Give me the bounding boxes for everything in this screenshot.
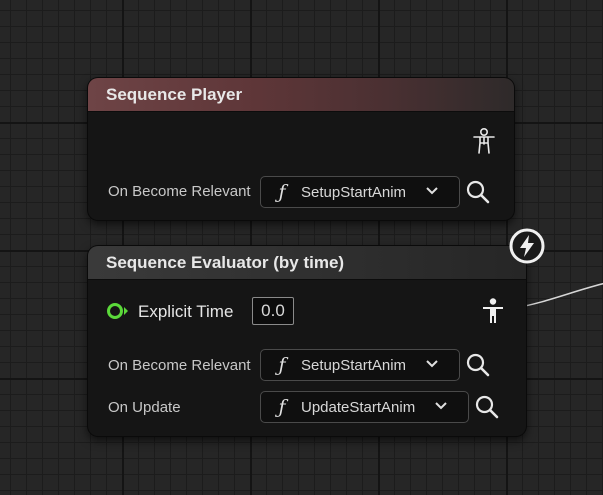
setup-start-anim-dropdown[interactable]: ƒ SetupStartAnim [260, 176, 460, 208]
pose-icon[interactable] [472, 128, 496, 154]
setup-start-anim-dropdown[interactable]: ƒ SetupStartAnim [260, 349, 460, 381]
sequence-evaluator-node[interactable]: Sequence Evaluator (by time) Explicit Ti… [88, 246, 526, 436]
function-icon: ƒ [278, 181, 286, 203]
lightning-icon [509, 228, 545, 264]
chevron-down-icon [426, 187, 438, 195]
float-pin-icon[interactable] [107, 302, 129, 320]
search-icon[interactable] [465, 352, 491, 378]
sequence-player-node[interactable]: Sequence Player On Become Relevant ƒ Set… [88, 78, 514, 220]
function-icon: ƒ [278, 354, 286, 376]
explicit-time-input[interactable]: 0.0 [252, 297, 294, 325]
function-name: UpdateStartAnim [301, 398, 416, 416]
pose-icon[interactable] [481, 298, 505, 324]
search-icon[interactable] [474, 394, 500, 420]
sequence-player-title: Sequence Player [88, 78, 514, 112]
chevron-down-icon [426, 360, 438, 368]
function-icon: ƒ [278, 396, 286, 418]
function-name: SetupStartAnim [301, 183, 407, 201]
sequence-evaluator-title: Sequence Evaluator (by time) [88, 246, 526, 280]
explicit-time-label: Explicit Time [138, 302, 234, 321]
update-start-anim-dropdown[interactable]: ƒ UpdateStartAnim [260, 391, 469, 423]
on-become-relevant-label: On Become Relevant [108, 183, 251, 200]
on-update-label: On Update [108, 399, 181, 416]
on-become-relevant-label: On Become Relevant [108, 357, 251, 374]
function-name: SetupStartAnim [301, 356, 407, 374]
search-icon[interactable] [465, 179, 491, 205]
chevron-down-icon [435, 402, 447, 410]
